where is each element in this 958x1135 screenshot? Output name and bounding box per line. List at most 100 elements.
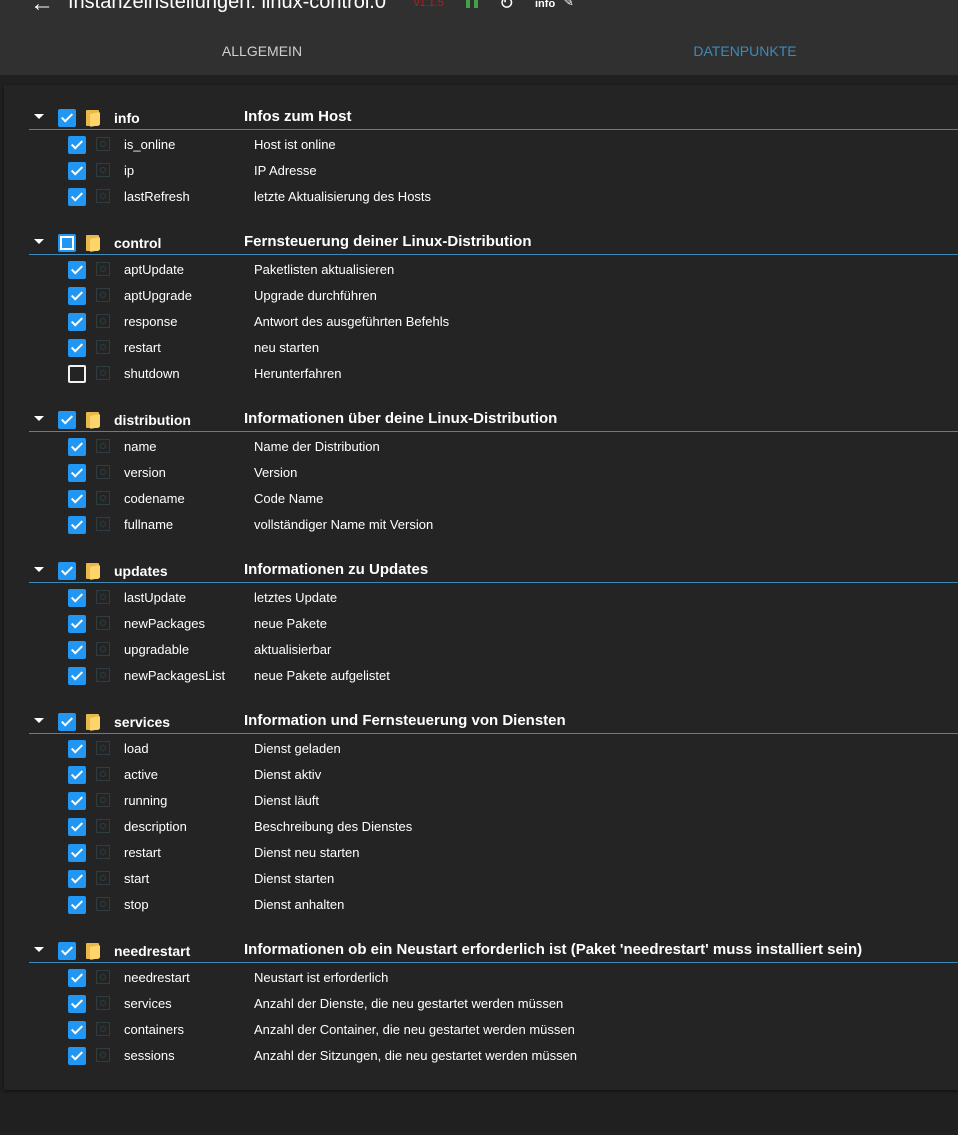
datapoint-checkbox[interactable] <box>68 766 86 784</box>
section-title: Information und Fernsteuerung von Dienst… <box>244 712 566 729</box>
reload-icon[interactable]: ↻ <box>499 0 514 14</box>
collapse-arrow-icon[interactable] <box>34 114 44 119</box>
datapoint-checkbox[interactable] <box>68 667 86 685</box>
datapoint-checkbox[interactable] <box>68 641 86 659</box>
state-icon <box>96 1022 110 1036</box>
state-icon <box>96 163 110 177</box>
datapoint-row: restart neu starten <box>4 335 958 361</box>
datapoint-name: containers <box>124 1022 184 1037</box>
datapoint-checkbox[interactable] <box>68 615 86 633</box>
datapoint-checkbox[interactable] <box>68 365 86 383</box>
datapoint-description: Anzahl der Sitzungen, die neu gestartet … <box>254 1048 578 1063</box>
datapoint-checkbox[interactable] <box>68 818 86 836</box>
datapoint-checkbox[interactable] <box>68 438 86 456</box>
datapoint-checkbox[interactable] <box>68 516 86 534</box>
tab-allgemein[interactable]: ALLGEMEIN <box>0 28 524 75</box>
datapoint-checkbox[interactable] <box>68 162 86 180</box>
section-checkbox[interactable] <box>58 234 76 252</box>
pause-icon[interactable] <box>466 0 480 8</box>
datapoint-name: active <box>124 767 158 782</box>
section-checkbox[interactable] <box>58 411 76 429</box>
datapoint-checkbox[interactable] <box>68 136 86 154</box>
arrow-left-icon[interactable]: ← <box>30 0 54 16</box>
datapoint-row: services Anzahl der Dienste, die neu gest… <box>4 991 958 1017</box>
datapoint-checkbox[interactable] <box>68 792 86 810</box>
datapoint-checkbox[interactable] <box>68 313 86 331</box>
section-divider <box>29 733 958 734</box>
section-checkbox[interactable] <box>58 713 76 731</box>
section-title: Informationen über deine Linux-Distribut… <box>244 410 558 427</box>
datapoint-name: needrestart <box>124 970 190 985</box>
datapoint-checkbox[interactable] <box>68 589 86 607</box>
datapoint-name: load <box>124 741 149 756</box>
datapoint-name: services <box>124 996 172 1011</box>
state-icon <box>96 845 110 859</box>
tab-datenpunkte[interactable]: DATENPUNKTE <box>532 28 958 75</box>
state-icon <box>96 642 110 656</box>
datapoint-name: name <box>124 439 157 454</box>
datapoint-description: Anzahl der Dienste, die neu gestartet we… <box>254 996 564 1011</box>
collapse-arrow-icon[interactable] <box>34 718 44 723</box>
datapoint-checkbox[interactable] <box>68 896 86 914</box>
folder-icon <box>86 410 100 429</box>
datapoint-name: sessions <box>124 1048 175 1063</box>
state-icon <box>96 137 110 151</box>
datapoint-description: neue Pakete aufgelistet <box>254 668 390 683</box>
datapoint-checkbox[interactable] <box>68 261 86 279</box>
section-header: needrestart Informationen ob ein Neustart… <box>4 939 958 963</box>
datapoint-row: aptUpgrade Upgrade durchführen <box>4 283 958 309</box>
datapoint-row: active Dienst aktiv <box>4 762 958 788</box>
datapoint-name: aptUpdate <box>124 262 184 277</box>
section-checkbox[interactable] <box>58 109 76 127</box>
datapoint-row: needrestart Neustart ist erforderlich <box>4 965 958 991</box>
datapoint-checkbox[interactable] <box>68 844 86 862</box>
datapoint-description: Neustart ist erforderlich <box>254 970 389 985</box>
datapoint-checkbox[interactable] <box>68 490 86 508</box>
datapoint-checkbox[interactable] <box>68 188 86 206</box>
page-title: Instanzeinstellungen: linux-control.0 <box>68 0 386 13</box>
folder-icon <box>86 561 100 580</box>
section-header: services Information und Fernsteuerung vo… <box>4 710 958 734</box>
datapoint-description: Upgrade durchführen <box>254 288 377 303</box>
datapoint-row: restart Dienst neu starten <box>4 840 958 866</box>
section-name: distribution <box>114 412 191 428</box>
datapoint-checkbox[interactable] <box>68 1021 86 1039</box>
datapoint-checkbox[interactable] <box>68 1047 86 1065</box>
datapoint-row: newPackagesList neue Pakete aufgelistet <box>4 663 958 689</box>
datapoint-checkbox[interactable] <box>68 995 86 1013</box>
section-divider <box>29 129 958 130</box>
datapoint-name: start <box>124 871 150 886</box>
section-checkbox[interactable] <box>58 942 76 960</box>
section-checkbox[interactable] <box>58 562 76 580</box>
datapoint-description: Host ist online <box>254 137 336 152</box>
datapoint-checkbox[interactable] <box>68 339 86 357</box>
state-icon <box>96 819 110 833</box>
collapse-arrow-icon[interactable] <box>34 567 44 572</box>
datapoint-checkbox[interactable] <box>68 870 86 888</box>
datapoint-name: ip <box>124 163 135 178</box>
datapoint-name: upgradable <box>124 642 190 657</box>
section-title: Infos zum Host <box>244 108 352 125</box>
collapse-arrow-icon[interactable] <box>34 239 44 244</box>
datapoint-description: Herunterfahren <box>254 366 342 381</box>
datapoint-name: is_online <box>124 137 176 152</box>
pencil-icon[interactable]: ✎ <box>563 0 574 10</box>
datapoint-checkbox[interactable] <box>68 740 86 758</box>
datapoint-checkbox[interactable] <box>68 969 86 987</box>
state-icon <box>96 288 110 302</box>
state-icon <box>96 314 110 328</box>
section-name: needrestart <box>114 943 191 959</box>
collapse-arrow-icon[interactable] <box>34 947 44 952</box>
state-icon <box>96 189 110 203</box>
state-icon <box>96 996 110 1010</box>
state-icon <box>96 970 110 984</box>
datapoint-description: Code Name <box>254 491 324 506</box>
section-divider <box>29 962 958 963</box>
tab-bar: ALLGEMEIN DATENPUNKTE <box>0 28 958 102</box>
datapoint-description: letzte Aktualisierung des Hosts <box>254 189 432 204</box>
datapoint-name: running <box>124 793 168 808</box>
collapse-arrow-icon[interactable] <box>34 416 44 421</box>
datapoint-checkbox[interactable] <box>68 287 86 305</box>
state-icon <box>96 1048 110 1062</box>
datapoint-checkbox[interactable] <box>68 464 86 482</box>
